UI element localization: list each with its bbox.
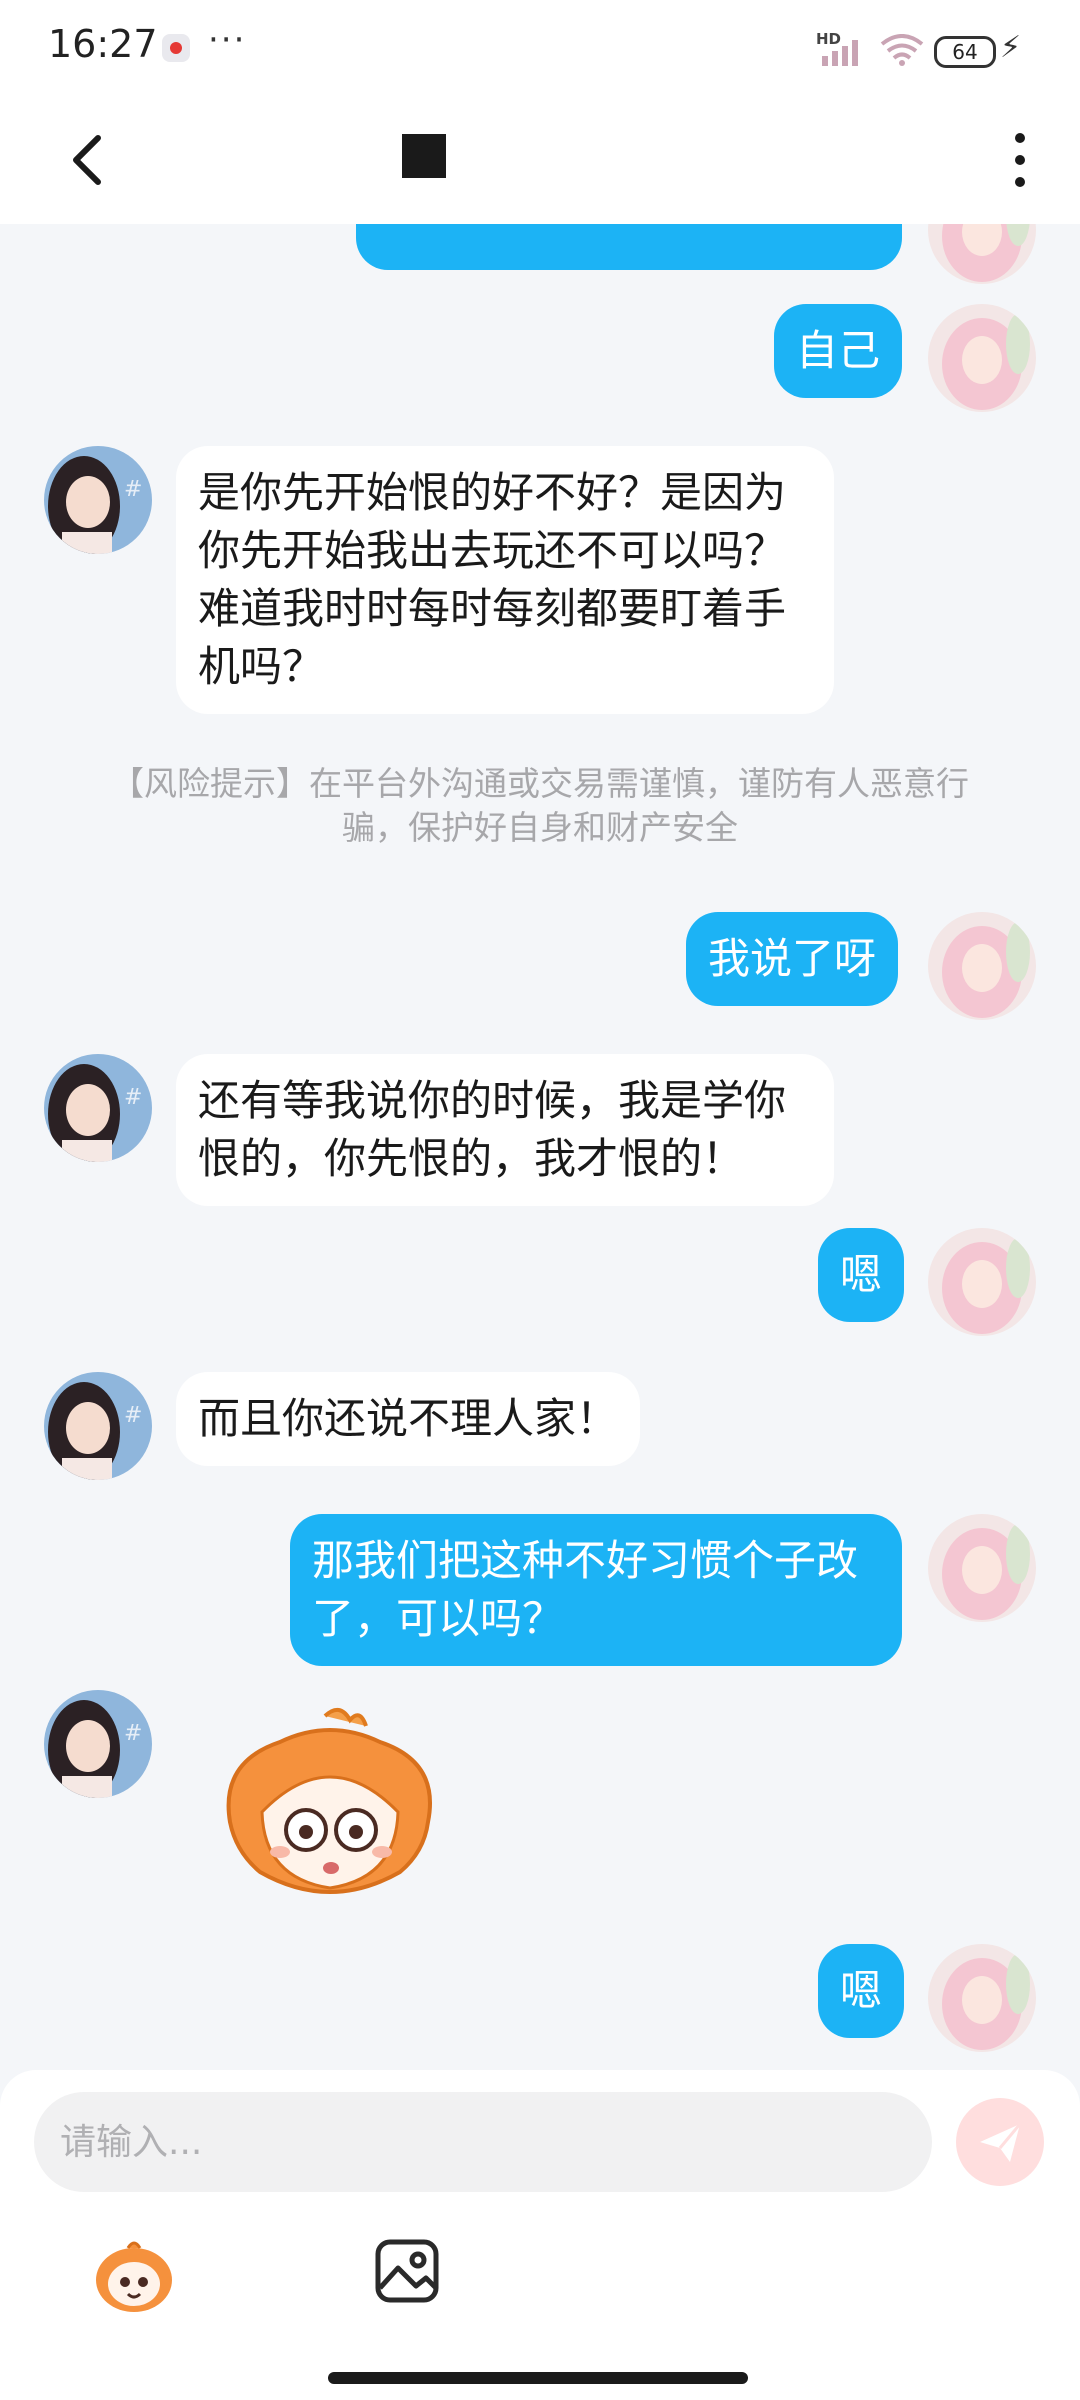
wifi-icon	[880, 34, 924, 66]
image-icon[interactable]	[374, 2238, 440, 2304]
home-indicator[interactable]	[328, 2372, 748, 2384]
risk-warning-notice: 【风险提示】在平台外沟通或交易需谨慎，谨防有人恶意行骗，保护好自身和财产安全	[111, 764, 969, 847]
contact-avatar[interactable]: #	[44, 446, 152, 554]
my-avatar[interactable]	[928, 224, 1036, 284]
chat-area[interactable]: 自己 # 是你先开始恨的好不好？是因为你先开始我出去玩还不可以吗？难道我时时每时…	[0, 224, 1080, 2070]
status-dots: ···	[208, 20, 247, 60]
message-input[interactable]	[34, 2092, 932, 2192]
more-options-button[interactable]	[1000, 130, 1040, 190]
message-bubble-outgoing[interactable]	[356, 224, 902, 270]
chat-header	[0, 96, 1080, 224]
svg-text:#: #	[124, 477, 142, 502]
message-bubble-outgoing[interactable]: 嗯	[818, 1944, 905, 2038]
mascot-emoji-icon[interactable]	[92, 2238, 176, 2314]
contact-avatar[interactable]: #	[44, 1054, 152, 1162]
my-avatar[interactable]	[928, 304, 1036, 412]
svg-text:#: #	[124, 1721, 142, 1746]
my-avatar[interactable]	[928, 912, 1036, 1020]
battery-level: 64	[934, 36, 996, 68]
signal-icon	[822, 40, 858, 66]
message-bubble-incoming[interactable]: 还有等我说你的时候，我是学你恨的，你先恨的，我才恨的！	[176, 1054, 834, 1206]
back-button[interactable]	[60, 130, 120, 190]
message-bubble-outgoing[interactable]: 自己	[774, 304, 903, 398]
my-avatar[interactable]	[928, 1944, 1036, 2052]
contact-name-redacted	[402, 134, 446, 178]
svg-text:#: #	[124, 1085, 142, 1110]
status-bar: 16:27 ··· HD 64 ⚡	[0, 0, 1080, 96]
svg-text:#: #	[124, 1403, 142, 1428]
send-button[interactable]	[956, 2098, 1044, 2186]
message-bubble-outgoing[interactable]: 那我们把这种不好习惯个子改了，可以吗？	[290, 1514, 902, 1666]
message-bubble-incoming[interactable]: 而且你还说不理人家！	[176, 1372, 641, 1466]
message-input-bar	[0, 2070, 1080, 2400]
recording-icon	[162, 34, 190, 62]
my-avatar[interactable]	[928, 1514, 1036, 1622]
my-avatar[interactable]	[928, 1228, 1036, 1336]
message-bubble-outgoing[interactable]: 我说了呀	[686, 912, 899, 1006]
charging-icon: ⚡	[1000, 30, 1022, 65]
message-bubble-incoming[interactable]: 是你先开始恨的好不好？是因为你先开始我出去玩还不可以吗？难道我时时每时每刻都要盯…	[176, 446, 834, 714]
contact-avatar[interactable]: #	[44, 1372, 152, 1480]
message-bubble-outgoing[interactable]: 嗯	[818, 1228, 905, 1322]
status-time: 16:27	[48, 22, 158, 66]
contact-avatar[interactable]: #	[44, 1690, 152, 1798]
surprised-mascot-sticker[interactable]	[210, 1702, 450, 1922]
